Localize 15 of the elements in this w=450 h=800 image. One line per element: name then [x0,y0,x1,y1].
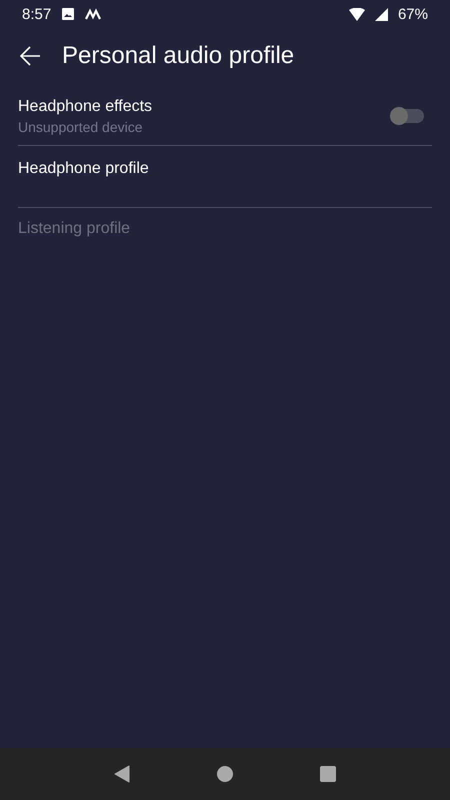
zigzag-icon [85,8,102,20]
back-nav-icon[interactable] [114,765,130,783]
setting-summary: Unsupported device [18,119,144,135]
recents-nav-icon[interactable] [320,766,336,782]
wifi-icon [348,8,365,20]
page-title: Personal audio profile [62,42,294,70]
image-icon [61,7,76,21]
setting-title[interactable]: Headphone profile [18,160,432,178]
battery-percentage: 67% [398,6,428,22]
home-nav-icon[interactable] [216,766,233,782]
signal-icon [374,8,388,20]
status-time: 8:57 [22,6,52,22]
setting-title: Headphone effects [18,98,154,116]
back-button[interactable] [18,44,42,68]
setting-title: Listening profile [18,220,132,238]
